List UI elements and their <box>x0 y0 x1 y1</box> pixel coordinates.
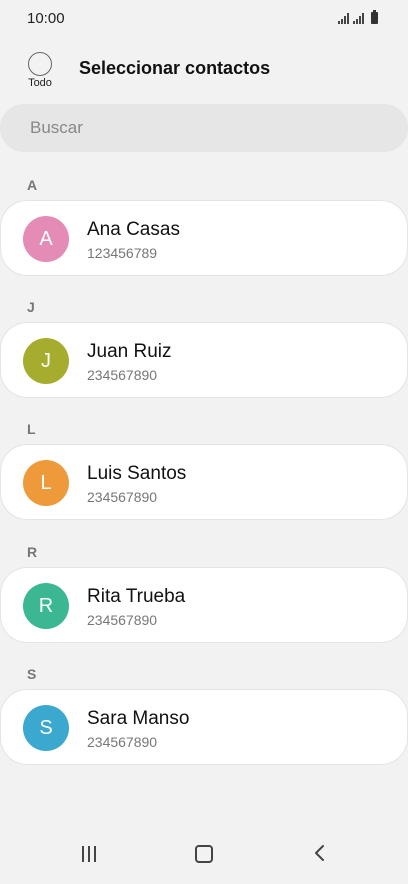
contact-name: Ana Casas <box>87 219 180 240</box>
avatar: L <box>23 460 69 506</box>
search-bar[interactable] <box>0 104 408 152</box>
select-all-label: Todo <box>28 77 52 89</box>
status-icons <box>338 10 378 24</box>
contact-row[interactable]: J Juan Ruiz 234567890 <box>1 323 407 397</box>
avatar: J <box>23 338 69 384</box>
screen: 10:00 Todo Seleccionar contactos A A Ana… <box>0 0 408 884</box>
contact-phone: 234567890 <box>87 734 158 750</box>
battery-icon <box>371 10 378 24</box>
contact-name: Sara Manso <box>87 708 190 729</box>
contact-name: Rita Trueba <box>87 586 186 607</box>
search-input[interactable] <box>28 117 332 139</box>
contact-name: Juan Ruiz <box>87 341 172 362</box>
section-header-a: A <box>27 177 38 193</box>
home-icon[interactable] <box>195 845 213 863</box>
status-time: 10:00 <box>27 10 65 27</box>
section-header-l: L <box>27 421 36 437</box>
avatar: R <box>23 583 69 629</box>
select-all-toggle[interactable]: Todo <box>25 52 55 89</box>
contact-phone: 234567890 <box>87 612 158 628</box>
section-header-s: S <box>27 666 37 682</box>
recent-apps-icon[interactable] <box>82 846 98 862</box>
signal-icon <box>353 13 364 24</box>
signal-icon <box>338 13 349 24</box>
contact-name: Luis Santos <box>87 463 187 484</box>
contact-row[interactable]: R Rita Trueba 234567890 <box>1 568 407 642</box>
avatar: A <box>23 216 69 262</box>
contact-row[interactable]: L Luis Santos 234567890 <box>1 445 407 519</box>
contact-row[interactable]: S Sara Manso 234567890 <box>1 690 407 764</box>
section-header-r: R <box>27 544 38 560</box>
contact-phone: 123456789 <box>87 245 158 261</box>
contact-phone: 234567890 <box>87 489 158 505</box>
page-title: Seleccionar contactos <box>79 58 271 78</box>
navigation-bar <box>0 828 408 884</box>
contact-phone: 234567890 <box>87 367 158 383</box>
section-header-j: J <box>27 299 35 315</box>
back-icon[interactable] <box>311 844 329 862</box>
contact-row[interactable]: A Ana Casas 123456789 <box>1 201 407 275</box>
status-bar: 10:00 <box>0 0 408 40</box>
avatar: S <box>23 705 69 751</box>
select-all-radio[interactable] <box>28 52 52 76</box>
